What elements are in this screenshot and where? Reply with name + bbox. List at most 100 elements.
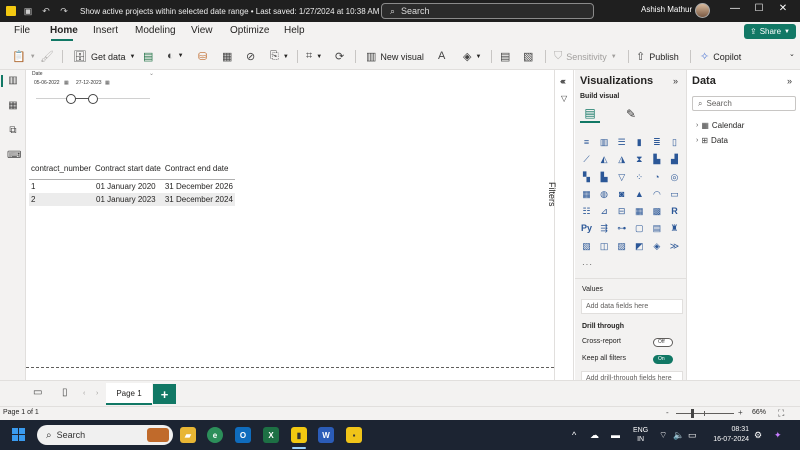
recent-sources-button[interactable]: ⎘ ▼ <box>270 50 289 63</box>
clustered-bar-chart-icon[interactable]: ☰ <box>615 136 628 149</box>
model-view-icon[interactable]: ⧉ <box>7 125 19 137</box>
chevron-right-icon[interactable]: » <box>787 76 792 86</box>
tab-optimize[interactable]: Optimize <box>230 25 269 36</box>
wifi-icon[interactable]: ⌔ <box>659 430 667 441</box>
multi-row-card-icon[interactable]: ☷ <box>580 205 593 218</box>
report-view-icon[interactable]: ▥ <box>7 75 19 87</box>
page-tab-1[interactable]: Page 1 <box>106 383 152 405</box>
chevron-right-icon[interactable]: › <box>696 122 698 129</box>
minimize-button[interactable]: — <box>727 3 743 14</box>
chevron-left-icon[interactable]: « <box>560 76 565 86</box>
calendar-icon[interactable]: ▦ <box>64 80 69 86</box>
more-visuals-ellipsis[interactable]: ··· <box>582 260 593 269</box>
slicer-start-date[interactable]: 05-06-2022 <box>34 80 60 86</box>
desktop-layout-icon[interactable]: ▭ <box>33 387 42 398</box>
tab-home[interactable]: Home <box>50 25 78 36</box>
q-and-a-icon[interactable]: ▢ <box>633 222 646 235</box>
calendar-icon[interactable]: ▦ <box>105 80 110 86</box>
chevron-right-icon[interactable]: › <box>96 390 98 397</box>
zoom-slider[interactable] <box>676 413 734 414</box>
excel-icon[interactable]: X <box>263 427 279 443</box>
language-indicator[interactable]: ENG IN <box>633 426 648 444</box>
build-visual-tab[interactable]: ▤ <box>580 105 600 123</box>
format-visual-tab[interactable]: ✎ <box>621 105 641 123</box>
clustered-column-chart-icon[interactable]: ▮ <box>633 136 646 149</box>
edge-browser-icon[interactable]: e <box>207 427 223 443</box>
paginated-report-icon[interactable]: ▧ <box>580 240 593 253</box>
chevron-left-icon[interactable]: ‹ <box>83 390 85 397</box>
title-search-box[interactable]: ⌕ Search <box>381 3 594 19</box>
redo-icon[interactable]: ↷ <box>58 5 70 17</box>
stacked-area-chart-icon[interactable]: ◮ <box>615 153 628 166</box>
slicer-icon[interactable]: ⊟ <box>615 205 628 218</box>
onelake-hub-button[interactable]: ◐ ▼ <box>167 50 184 62</box>
text-box-button[interactable]: A <box>438 50 445 62</box>
zoom-in-button[interactable]: + <box>738 408 743 417</box>
onedrive-icon[interactable]: ☁ <box>590 430 599 441</box>
transform-data-button[interactable]: ⌗ ▼ <box>306 50 322 63</box>
restore-button[interactable]: ☐ <box>751 3 767 14</box>
arcgis-map-icon[interactable]: ◩ <box>633 240 646 253</box>
cross-report-toggle[interactable]: Off <box>653 338 673 347</box>
filters-pane[interactable]: « ▽ Filters <box>547 70 574 380</box>
copilot-taskbar-icon[interactable]: ✦ <box>774 430 782 441</box>
dataverse-button[interactable]: ⊘ <box>246 50 255 63</box>
system-clock[interactable]: 08:31 16-07-2024 <box>709 425 749 445</box>
word-icon[interactable]: W <box>318 427 334 443</box>
power-automate-icon[interactable]: ▨ <box>615 240 628 253</box>
ribbon-collapse-button[interactable]: ⌄ <box>789 50 795 58</box>
table-icon[interactable]: ▦ <box>633 205 646 218</box>
zoom-slider-thumb[interactable] <box>691 409 694 418</box>
contracts-table[interactable]: contract_number Contract start date Cont… <box>29 160 235 206</box>
slider-start-handle[interactable] <box>66 94 76 104</box>
show-hidden-icons-icon[interactable]: ^ <box>572 430 576 440</box>
new-visual-button[interactable]: ▥ New visual <box>366 50 424 63</box>
save-icon[interactable]: ▣ <box>22 5 34 17</box>
chevron-right-icon[interactable]: » <box>673 76 678 86</box>
document-title[interactable]: Show active projects within selected dat… <box>80 7 379 16</box>
smart-narrative-icon[interactable]: ▤ <box>650 222 663 235</box>
filled-map-icon[interactable]: ◙ <box>615 188 628 201</box>
chevron-right-icon[interactable]: › <box>696 137 698 144</box>
matrix-icon[interactable]: ▩ <box>650 205 663 218</box>
sql-server-button[interactable]: ⛁ <box>198 50 207 63</box>
battery-icon[interactable]: ▭ <box>688 430 697 441</box>
line-and-column-chart-icon[interactable]: ▙ <box>650 153 663 166</box>
slicer-end-date[interactable]: 27-12-2023 <box>76 80 102 86</box>
enter-data-button[interactable]: ▦ <box>222 50 232 63</box>
values-well[interactable]: Add data fields here <box>581 299 683 314</box>
column-header[interactable]: Contract end date <box>162 160 235 180</box>
card-icon[interactable]: ▭ <box>668 188 681 201</box>
mobile-layout-icon[interactable]: ▯ <box>62 387 68 398</box>
area-chart-icon[interactable]: ◭ <box>598 153 611 166</box>
waterfall-chart-icon[interactable]: ▚ <box>580 171 593 184</box>
user-name[interactable]: Ashish Mathur <box>641 5 692 14</box>
column-header[interactable]: Contract start date <box>93 160 163 180</box>
notification-bell-icon[interactable]: ⚙ <box>754 430 762 441</box>
scatter-chart-icon[interactable]: ⁘ <box>633 171 646 184</box>
dax-query-view-icon[interactable]: ⌨ <box>7 150 21 162</box>
sticky-notes-icon[interactable]: ▪ <box>346 427 362 443</box>
zoom-level[interactable]: 66% <box>752 409 766 416</box>
chevron-down-icon[interactable]: ⌄ <box>149 70 154 77</box>
keep-all-filters-toggle[interactable]: On <box>653 355 673 364</box>
outlook-icon[interactable]: O <box>235 427 251 443</box>
close-button[interactable]: ✕ <box>775 3 791 14</box>
excel-workbook-button[interactable]: ▤ <box>143 50 153 63</box>
100-stacked-column-chart-icon[interactable]: ▯ <box>668 136 681 149</box>
tab-help[interactable]: Help <box>284 25 305 36</box>
map-icon[interactable]: ◍ <box>598 188 611 201</box>
tab-file[interactable]: File <box>14 25 30 36</box>
quick-measure-button[interactable]: ▧ <box>523 50 533 63</box>
file-explorer-icon[interactable]: ▰ <box>180 427 196 443</box>
fit-to-page-icon[interactable]: ⛶ <box>778 408 784 419</box>
data-search-input[interactable]: ⌕ Search <box>692 96 796 111</box>
share-button[interactable]: ⇪ Share ▼ <box>744 24 796 39</box>
python-visual-icon[interactable]: Py <box>580 222 593 235</box>
line-chart-icon[interactable]: ⟋ <box>580 153 593 166</box>
more-visuals-button[interactable]: ◈ ▼ <box>463 50 481 63</box>
field-list-table-calendar[interactable]: › ▦ Calendar <box>696 121 744 130</box>
decomposition-tree-icon[interactable]: ⊶ <box>615 222 628 235</box>
new-measure-button[interactable]: ▤ <box>500 50 510 63</box>
paste-button[interactable]: 📋 ▼ <box>12 50 36 63</box>
